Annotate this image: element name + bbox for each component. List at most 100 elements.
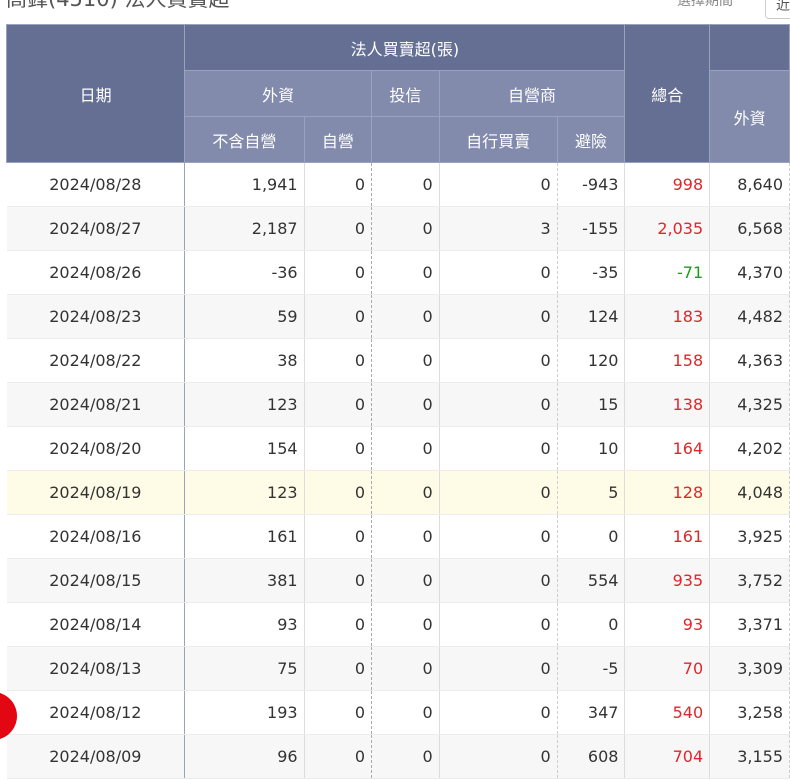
- cell-total: 138: [624, 382, 711, 427]
- page-title: 高鋒(4510) 法人買賣超: [6, 0, 230, 12]
- cell-total: 70: [624, 646, 711, 691]
- cell-trust: 0: [371, 338, 440, 383]
- cell-dealer-self: 0: [439, 426, 558, 471]
- table-row[interactable]: 2024/08/09 96 0 0 0 608 704 3,155: [6, 734, 790, 779]
- cell-total: 704: [624, 734, 711, 779]
- cell-foreign-excl: 123: [184, 382, 305, 427]
- cell-foreign-dealer: 0: [304, 294, 373, 339]
- cell-trust: 0: [371, 382, 440, 427]
- cell-date: 2024/08/09: [6, 734, 186, 779]
- header-foreign-excl[interactable]: 不含自營: [184, 116, 305, 163]
- cell-dealer-hedge: 0: [557, 602, 626, 647]
- cell-date: 2024/08/14: [6, 602, 186, 647]
- cell-dealer-self: 0: [439, 646, 558, 691]
- cell-holding-foreign: 3,258: [709, 690, 790, 735]
- cell-foreign-dealer: 0: [304, 734, 373, 779]
- cell-foreign-dealer: 0: [304, 382, 373, 427]
- range-select[interactable]: 近: [765, 0, 790, 19]
- table-row[interactable]: 2024/08/27 2,187 0 0 3 -155 2,035 6,568: [6, 206, 790, 251]
- cell-holding-foreign: 3,925: [709, 514, 790, 559]
- table-row[interactable]: 2024/08/23 59 0 0 0 124 183 4,482: [6, 294, 790, 339]
- header-dealer-self[interactable]: 自行買賣: [438, 116, 558, 163]
- cell-dealer-self: 0: [439, 602, 558, 647]
- table-row[interactable]: 2024/08/20 154 0 0 0 10 164 4,202: [6, 426, 790, 471]
- cell-date: 2024/08/28: [6, 162, 186, 207]
- header-foreign-dealer[interactable]: 自營: [303, 116, 373, 163]
- table-row[interactable]: 2024/08/19 123 0 0 0 5 128 4,048: [6, 470, 790, 515]
- cell-dealer-self: 0: [439, 734, 558, 779]
- cell-foreign-dealer: 0: [304, 206, 373, 251]
- cell-total: 128: [624, 470, 711, 515]
- cell-total: 164: [624, 426, 711, 471]
- cell-date: 2024/08/19: [6, 470, 186, 515]
- cell-trust: 0: [371, 558, 440, 603]
- cell-holding-foreign: 4,363: [709, 338, 790, 383]
- cell-dealer-hedge: 15: [557, 382, 626, 427]
- header-date[interactable]: 日期: [5, 24, 186, 163]
- cell-dealer-self: 0: [439, 558, 558, 603]
- cell-holding-foreign: 3,371: [709, 602, 790, 647]
- header-total[interactable]: 總合: [624, 24, 711, 163]
- cell-trust: 0: [371, 734, 440, 779]
- table-row[interactable]: 2024/08/12 193 0 0 0 347 540 3,258: [6, 690, 790, 735]
- cell-dealer-hedge: 10: [557, 426, 626, 471]
- cell-holding-foreign: 4,325: [709, 382, 790, 427]
- cell-foreign-excl: -36: [184, 250, 305, 295]
- cell-foreign-dealer: 0: [304, 426, 373, 471]
- cell-trust: 0: [371, 514, 440, 559]
- cell-foreign-dealer: 0: [304, 690, 373, 735]
- table-row[interactable]: 2024/08/13 75 0 0 0 -5 70 3,309: [6, 646, 790, 691]
- cell-trust: 0: [371, 162, 440, 207]
- cell-date: 2024/08/13: [6, 646, 186, 691]
- cell-holding-foreign: 4,202: [709, 426, 790, 471]
- header-dealer-hedge[interactable]: 避險: [556, 116, 626, 163]
- cell-foreign-dealer: 0: [304, 514, 373, 559]
- cell-date: 2024/08/20: [6, 426, 186, 471]
- cell-foreign-excl: 38: [184, 338, 305, 383]
- cell-foreign-dealer: 0: [304, 558, 373, 603]
- cell-total: 183: [624, 294, 711, 339]
- cell-foreign-dealer: 0: [304, 646, 373, 691]
- cell-holding-foreign: 3,155: [709, 734, 790, 779]
- cell-trust: 0: [371, 294, 440, 339]
- cell-foreign-excl: 93: [184, 602, 305, 647]
- cell-foreign-excl: 154: [184, 426, 305, 471]
- cell-total: 161: [624, 514, 711, 559]
- cell-holding-foreign: 4,482: [709, 294, 790, 339]
- cell-trust: 0: [371, 426, 440, 471]
- table-row[interactable]: 2024/08/14 93 0 0 0 0 93 3,371: [6, 602, 790, 647]
- table-row[interactable]: 2024/08/22 38 0 0 0 120 158 4,363: [6, 338, 790, 383]
- cell-trust: 0: [371, 206, 440, 251]
- header-institutional-trade: 法人買賣超(張): [184, 24, 626, 71]
- table-row[interactable]: 2024/08/16 161 0 0 0 0 161 3,925: [6, 514, 790, 559]
- cell-foreign-excl: 2,187: [184, 206, 305, 251]
- institutional-trading-table: 日期 法人買賣超(張) 總合 外資 投信 自營商 外資 不含自營 自營 自行買賣…: [5, 24, 790, 779]
- cell-date: 2024/08/16: [6, 514, 186, 559]
- cell-holding-foreign: 4,048: [709, 470, 790, 515]
- table-row[interactable]: 2024/08/26 -36 0 0 0 -35 -71 4,370: [6, 250, 790, 295]
- cell-trust: 0: [371, 470, 440, 515]
- cell-date: 2024/08/26: [6, 250, 186, 295]
- cell-dealer-self: 3: [439, 206, 558, 251]
- cell-dealer-hedge: -35: [557, 250, 626, 295]
- cell-total: 998: [624, 162, 711, 207]
- cell-dealer-hedge: -5: [557, 646, 626, 691]
- cell-dealer-hedge: 0: [557, 514, 626, 559]
- table-row[interactable]: 2024/08/28 1,941 0 0 0 -943 998 8,640: [6, 162, 790, 207]
- cell-foreign-excl: 161: [184, 514, 305, 559]
- cell-total: 158: [624, 338, 711, 383]
- cell-dealer-hedge: 5: [557, 470, 626, 515]
- table-row[interactable]: 2024/08/21 123 0 0 0 15 138 4,325: [6, 382, 790, 427]
- cell-dealer-hedge: 124: [557, 294, 626, 339]
- table-row[interactable]: 2024/08/15 381 0 0 0 554 935 3,752: [6, 558, 790, 603]
- cell-total: -71: [624, 250, 711, 295]
- cell-foreign-excl: 59: [184, 294, 305, 339]
- cell-holding-foreign: 3,752: [709, 558, 790, 603]
- cell-holding-foreign: 3,309: [709, 646, 790, 691]
- cell-dealer-hedge: 120: [557, 338, 626, 383]
- cell-trust: 0: [371, 646, 440, 691]
- cell-dealer-hedge: -155: [557, 206, 626, 251]
- header-holding-foreign[interactable]: 外資: [709, 70, 790, 163]
- table-body: 2024/08/28 1,941 0 0 0 -943 998 8,640 2024/08/27…: [6, 162, 790, 779]
- header-trust[interactable]: 投信: [371, 70, 440, 117]
